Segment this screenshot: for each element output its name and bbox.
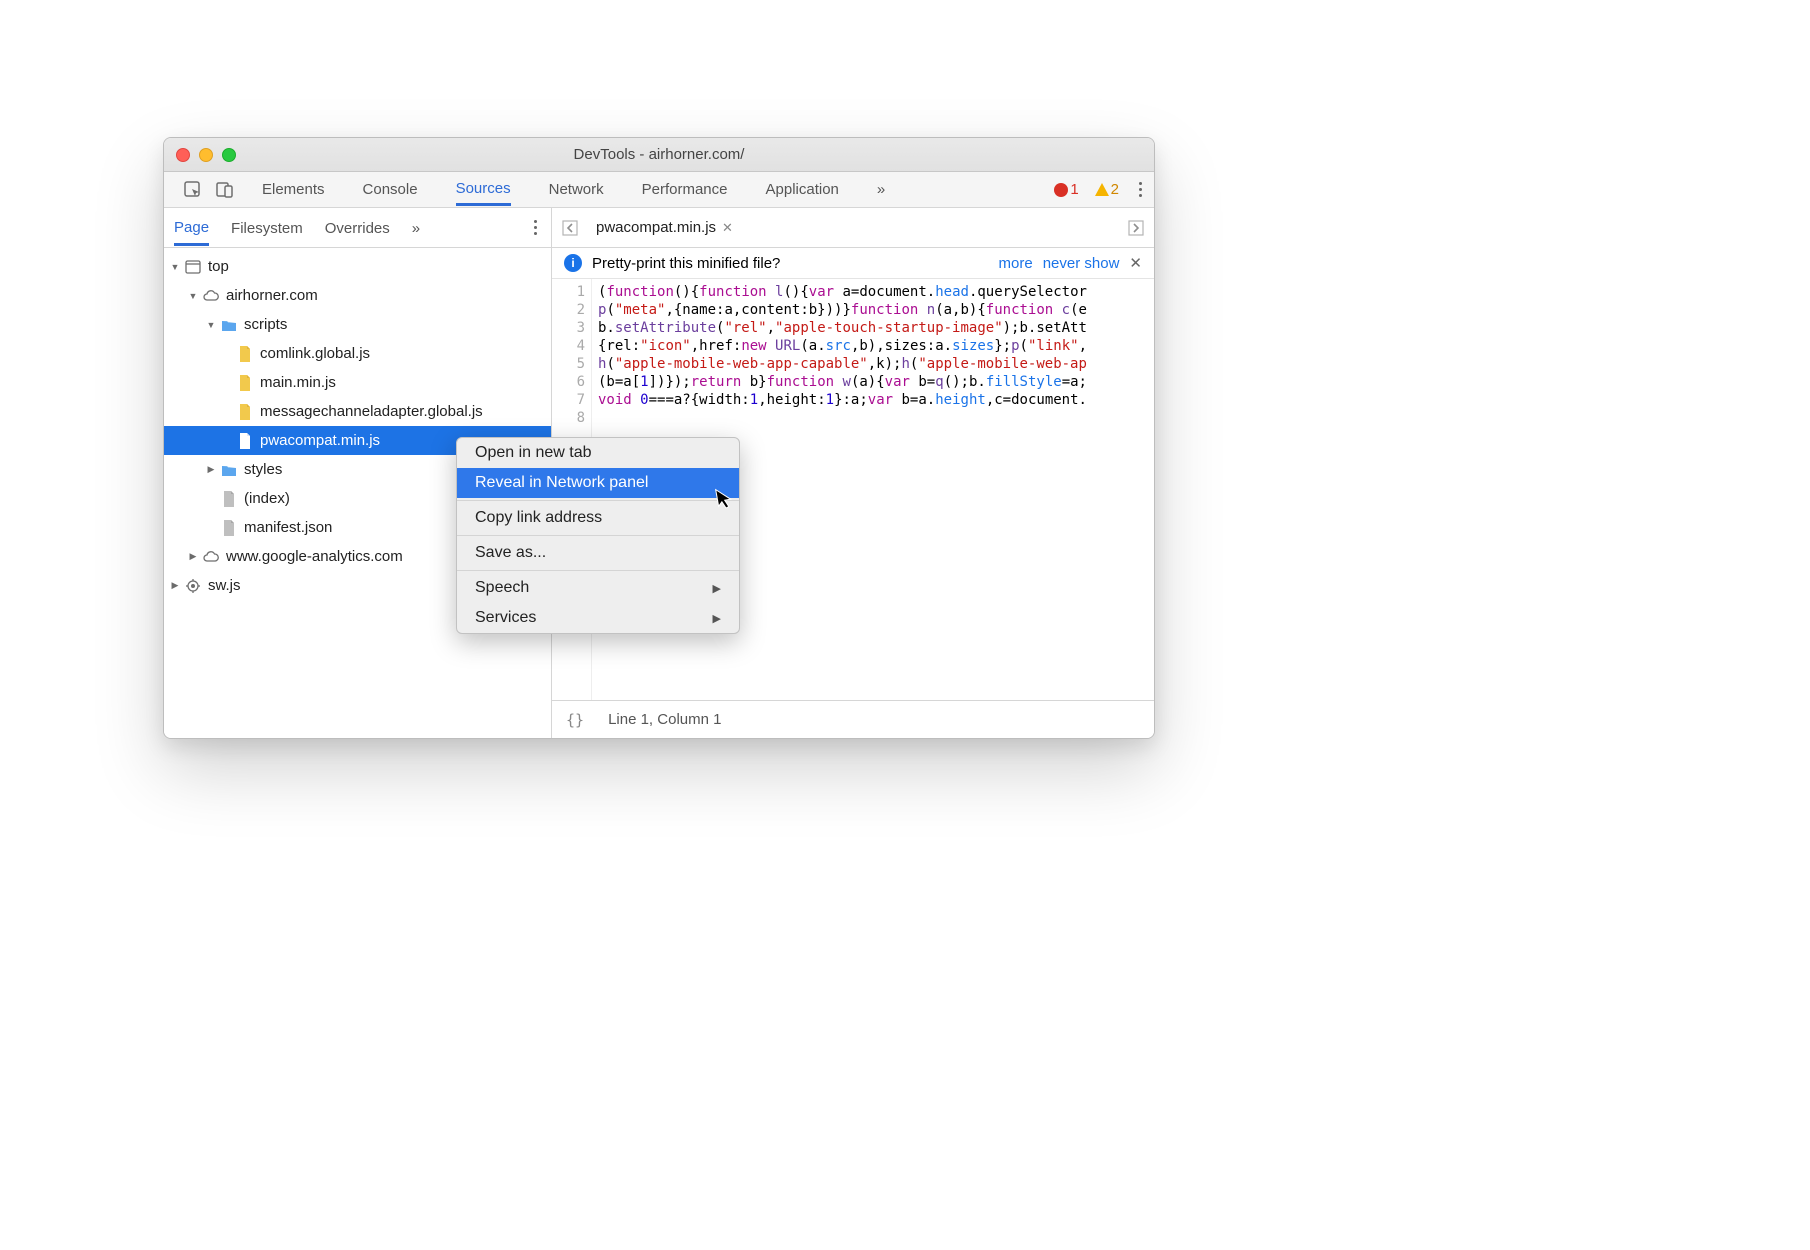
file-icon: [220, 519, 238, 537]
navigator-tabs: Page Filesystem Overrides »: [164, 208, 551, 248]
close-tab-icon[interactable]: ✕: [722, 220, 733, 236]
main-tabstrip: Elements Console Sources Network Perform…: [164, 172, 1154, 208]
info-icon: i: [564, 254, 582, 272]
ctx-open-new-tab[interactable]: Open in new tab: [457, 438, 739, 468]
minimize-button[interactable]: [199, 148, 213, 162]
tabs-overflow[interactable]: »: [877, 181, 885, 204]
cloud-icon: [202, 287, 220, 305]
pretty-print-infobar: i Pretty-print this minified file? more …: [552, 248, 1154, 279]
folder-icon: [220, 461, 238, 479]
line-number: 6: [552, 373, 585, 391]
ctx-speech[interactable]: Speech: [457, 573, 739, 603]
navigator-tab-page[interactable]: Page: [174, 219, 209, 246]
status-line: Line 1, Column 1: [608, 711, 721, 728]
line-number: 4: [552, 337, 585, 355]
settings-menu-icon[interactable]: [1135, 178, 1146, 201]
infobar-close-icon[interactable]: ✕: [1129, 254, 1142, 272]
js-file-icon: [236, 374, 254, 392]
tab-elements[interactable]: Elements: [262, 181, 325, 204]
line-number: 5: [552, 355, 585, 373]
titlebar: DevTools - airhorner.com/: [164, 138, 1154, 172]
infobar-text: Pretty-print this minified file?: [592, 255, 780, 272]
line-number: 8: [552, 409, 585, 427]
js-file-icon: [236, 345, 254, 363]
tree-top[interactable]: top: [164, 252, 551, 281]
traffic-lights: [176, 148, 236, 162]
js-file-icon: [236, 432, 254, 450]
tree-file-msgadapter[interactable]: messagechanneladapter.global.js: [164, 397, 551, 426]
folder-icon: [220, 316, 238, 334]
code-line: {rel:"icon",href:new URL(a.src,b),sizes:…: [598, 337, 1154, 355]
line-number: 3: [552, 319, 585, 337]
frame-icon: [184, 258, 202, 276]
infobar-more[interactable]: more: [999, 255, 1033, 272]
editor-footer: {} Line 1, Column 1: [552, 700, 1154, 738]
ctx-services[interactable]: Services: [457, 603, 739, 633]
tab-performance[interactable]: Performance: [642, 181, 728, 204]
warning-badge[interactable]: 2: [1095, 181, 1119, 198]
infobar-never[interactable]: never show: [1043, 255, 1120, 272]
tree-file-comlink[interactable]: comlink.global.js: [164, 339, 551, 368]
line-number: 1: [552, 283, 585, 301]
error-badge[interactable]: 1: [1054, 181, 1078, 198]
editor-tabs: pwacompat.min.js ✕: [552, 208, 1154, 248]
code-line: (b=a[1])});return b}function w(a){var b=…: [598, 373, 1154, 391]
window-title: DevTools - airhorner.com/: [176, 146, 1142, 163]
code-line: void 0===a?{width:1,height:1}:a;var b=a.…: [598, 391, 1154, 409]
pretty-print-icon[interactable]: {}: [566, 711, 584, 729]
close-button[interactable]: [176, 148, 190, 162]
code-line: p("meta",{name:a,content:b}))}function n…: [598, 301, 1154, 319]
code-line: h("apple-mobile-web-app-capable",k);h("a…: [598, 355, 1154, 373]
tree-file-mainmin[interactable]: main.min.js: [164, 368, 551, 397]
context-menu: Open in new tab Reveal in Network panel …: [456, 437, 740, 634]
maximize-button[interactable]: [222, 148, 236, 162]
navigator-tab-filesystem[interactable]: Filesystem: [231, 220, 303, 244]
file-icon: [220, 490, 238, 508]
tab-network[interactable]: Network: [549, 181, 604, 204]
navigator-tab-overrides[interactable]: Overrides: [325, 220, 390, 244]
ctx-save-as[interactable]: Save as...: [457, 538, 739, 568]
editor-tab-file[interactable]: pwacompat.min.js ✕: [594, 208, 735, 247]
js-file-icon: [236, 403, 254, 421]
navigator-more-icon[interactable]: [530, 216, 541, 239]
line-number: 7: [552, 391, 585, 409]
code-line: (function(){function l(){var a=document.…: [598, 283, 1154, 301]
tab-application[interactable]: Application: [766, 181, 839, 204]
ctx-reveal-network[interactable]: Reveal in Network panel: [457, 468, 739, 498]
tab-sources[interactable]: Sources: [456, 180, 511, 206]
code-line: b.setAttribute("rel","apple-touch-startu…: [598, 319, 1154, 337]
nav-back-icon[interactable]: [562, 220, 578, 236]
ctx-copy-link[interactable]: Copy link address: [457, 503, 739, 533]
inspect-icon[interactable]: [184, 181, 202, 199]
cloud-icon: [202, 548, 220, 566]
tree-scripts-folder[interactable]: scripts: [164, 310, 551, 339]
service-worker-icon: [184, 577, 202, 595]
device-toggle-icon[interactable]: [216, 181, 234, 199]
nav-fwd-icon[interactable]: [1128, 220, 1144, 236]
line-number: 2: [552, 301, 585, 319]
tree-domain[interactable]: airhorner.com: [164, 281, 551, 310]
tab-console[interactable]: Console: [363, 181, 418, 204]
navigator-tabs-overflow[interactable]: »: [412, 220, 420, 244]
